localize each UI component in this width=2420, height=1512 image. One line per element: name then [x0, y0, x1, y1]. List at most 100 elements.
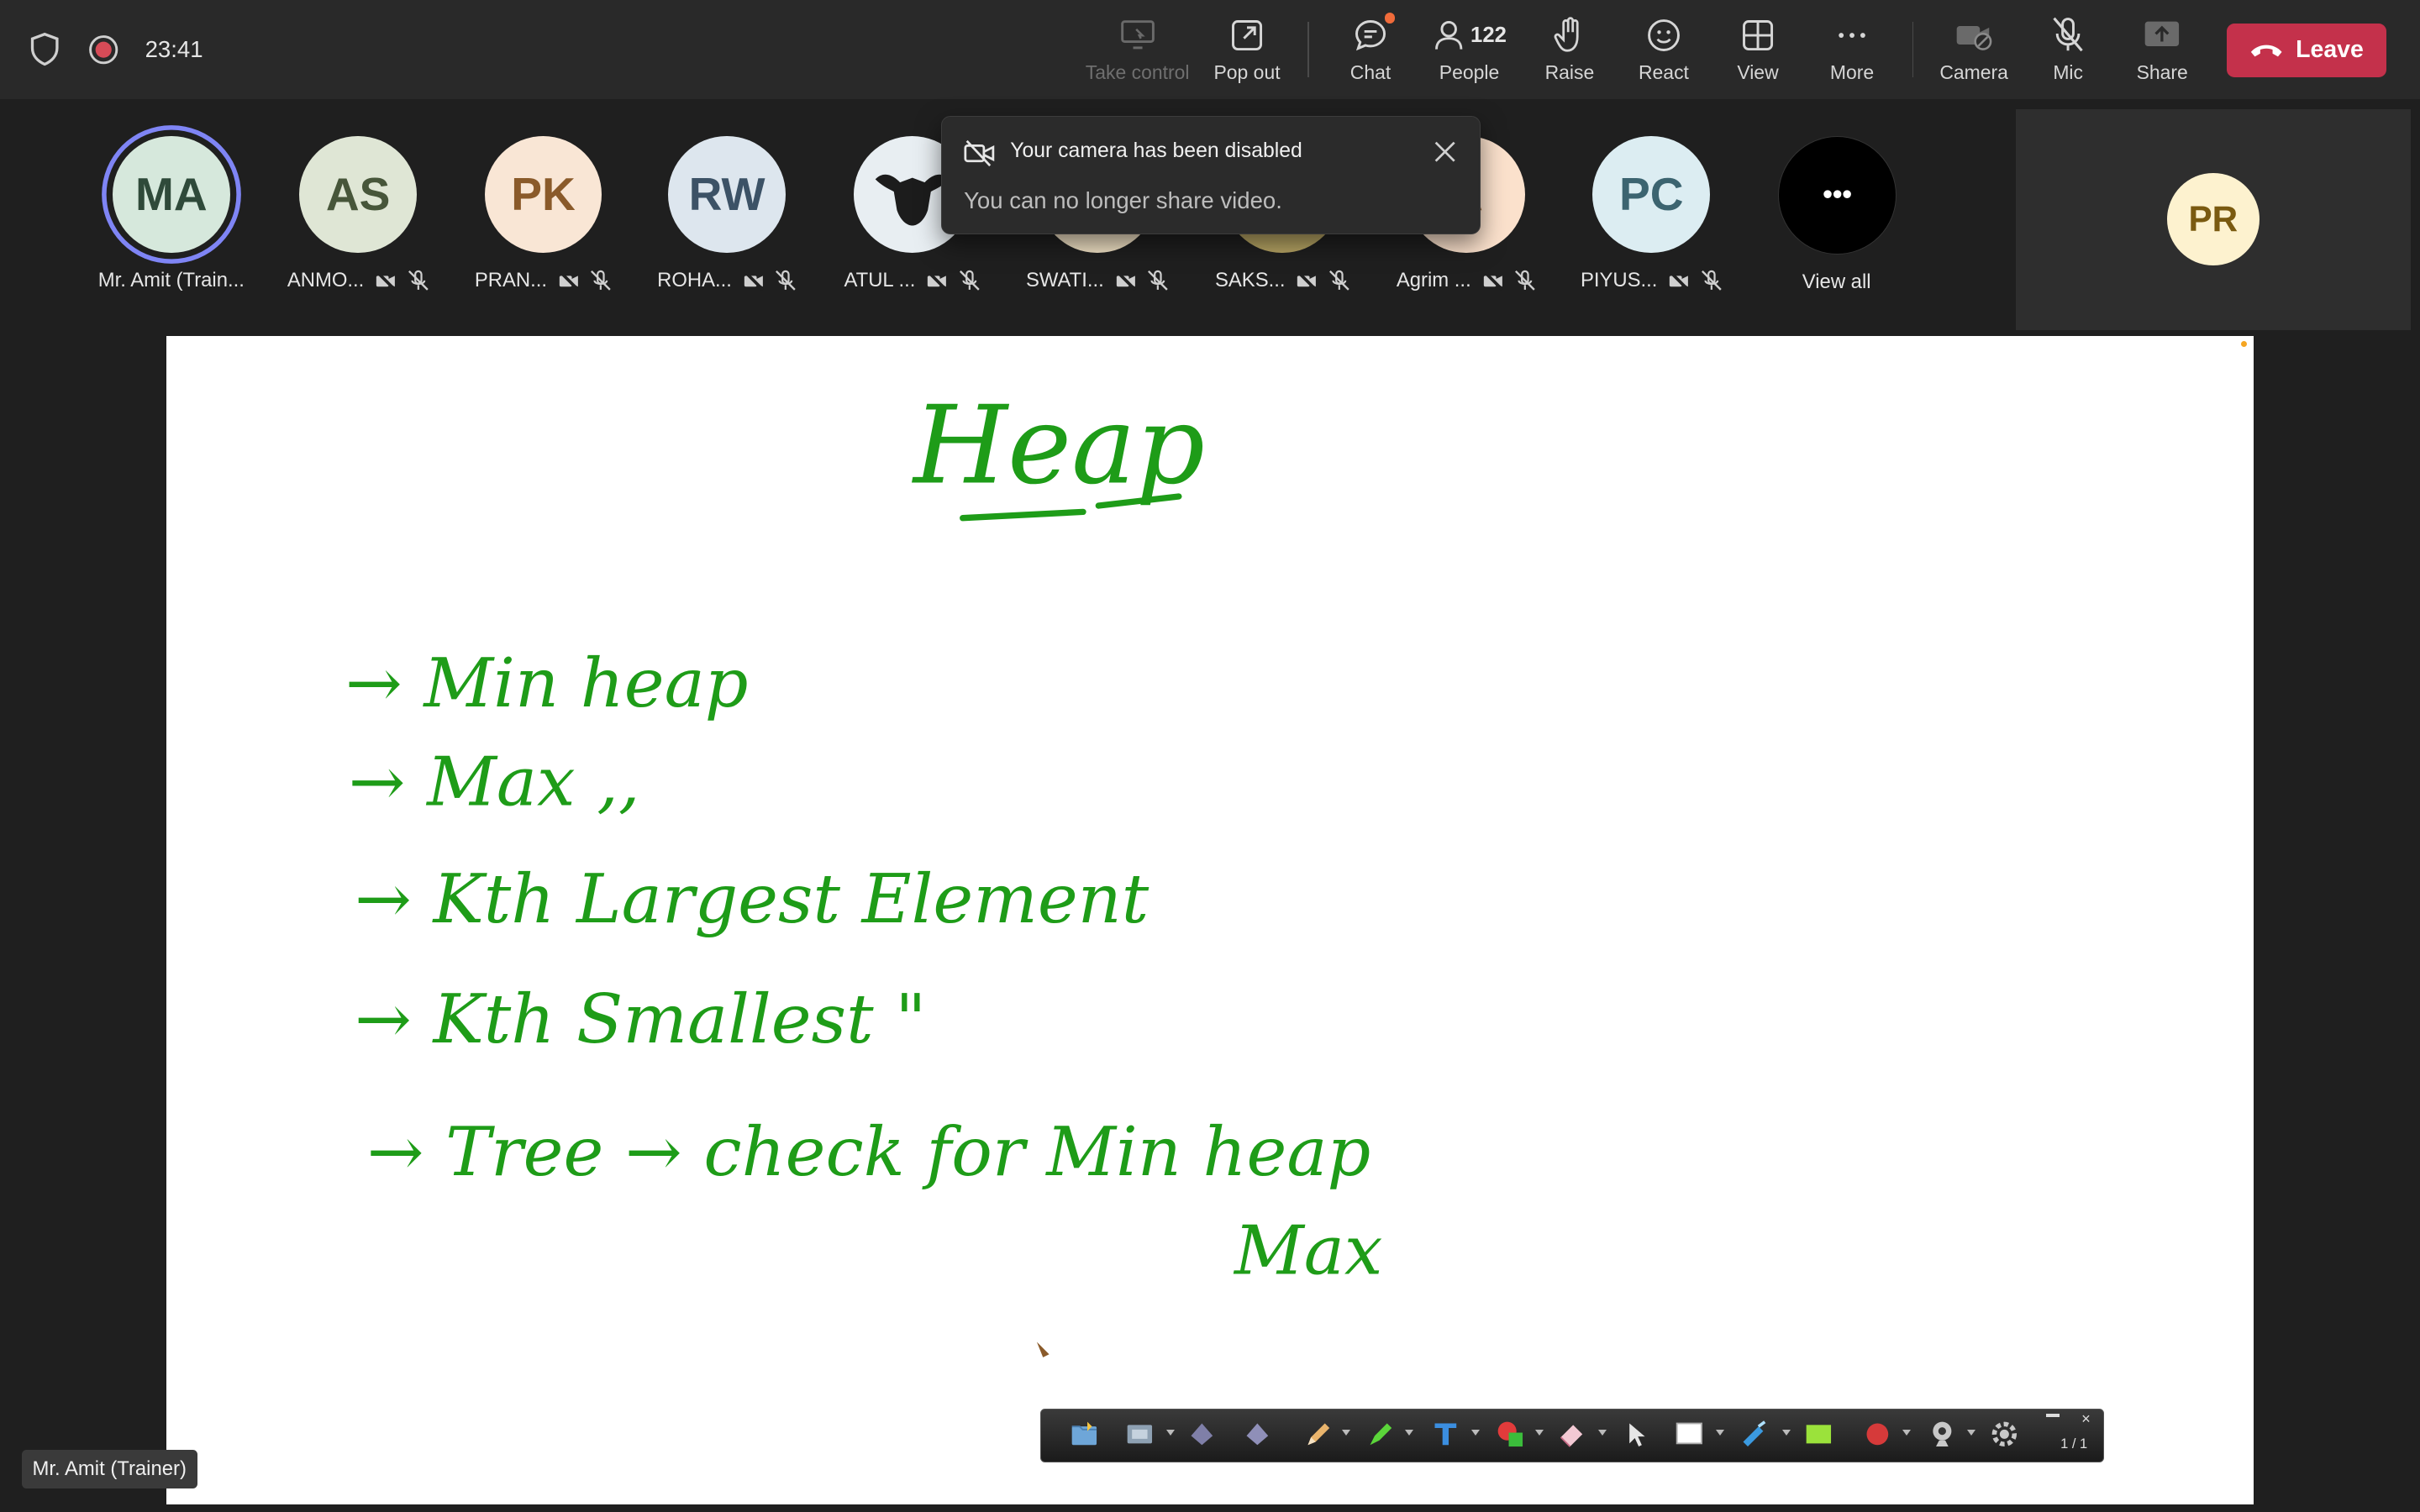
notification-body: You can no longer share video.	[964, 187, 1282, 214]
screen-control-icon	[1118, 15, 1158, 55]
camera-off-icon	[1482, 270, 1503, 291]
participant-name: SAKS...	[1205, 269, 1360, 292]
participant-name: PIYUS...	[1574, 269, 1728, 292]
page-indicator: 1 / 1	[2060, 1436, 2088, 1452]
mic-muted-icon	[1701, 270, 1722, 291]
pointer-icon[interactable]	[1622, 1419, 1653, 1450]
share-button[interactable]: Share	[2107, 15, 2217, 89]
mic-muted-icon	[1148, 270, 1168, 291]
person-icon	[1435, 21, 1463, 50]
whiteboard-title: Heap	[912, 384, 1205, 509]
background-color-icon[interactable]	[1803, 1419, 1834, 1450]
whiteboard-line: → Kth Smallest "	[355, 981, 926, 1060]
webcam-icon[interactable]	[1927, 1419, 1958, 1450]
avatar: PK	[484, 135, 602, 254]
avatar: AS	[299, 135, 417, 254]
laser-icon[interactable]	[1739, 1419, 1770, 1450]
whiteboard-line: → Kth Largest Element	[355, 860, 1150, 939]
camera-off-icon	[1954, 15, 1994, 55]
participant-tile[interactable]: MA Mr. Amit (Train...	[94, 135, 249, 306]
pop-out-button[interactable]: Pop out	[1192, 15, 1302, 89]
participant-name: ROHA...	[650, 269, 804, 292]
whiteboard-line: → Min heap	[345, 644, 748, 723]
whiteboard-line: → Tree → check for Min heap	[367, 1114, 1370, 1193]
camera-off-icon	[1668, 270, 1690, 291]
mic-muted-icon	[959, 270, 980, 291]
participant-tile[interactable]: PK PRAN...	[466, 135, 621, 306]
avatar: MA	[113, 135, 230, 254]
participant-tile[interactable]: PC PIYUS...	[1574, 135, 1728, 306]
screenshot-icon[interactable]	[1124, 1419, 1155, 1450]
whiteboard-ink: Heap → Min heap → Max ,, → Kth Largest E…	[345, 384, 1383, 1358]
chat-icon	[1350, 12, 1396, 55]
whiteboard-icon[interactable]	[1674, 1419, 1705, 1450]
more-dots-icon: •••	[1777, 135, 1897, 255]
camera-off-icon	[964, 140, 995, 167]
annotation-toolbar: × 1 / 1	[1039, 1408, 2104, 1463]
pencil-icon[interactable]	[1303, 1419, 1334, 1450]
toolbar-divider	[1307, 21, 1309, 77]
unread-dot	[1384, 12, 1396, 24]
chat-button[interactable]: Chat	[1315, 12, 1426, 89]
minimize-icon[interactable]	[2045, 1414, 2060, 1418]
notification-title: Your camera has been disabled	[1010, 139, 1302, 163]
whiteboard-line: → Max ,,	[349, 743, 640, 822]
pop-out-icon	[1227, 15, 1267, 55]
whiteboard-line: Max	[1233, 1212, 1382, 1291]
gear-icon[interactable]	[1989, 1419, 2020, 1450]
camera-off-icon	[1296, 270, 1318, 291]
shared-whiteboard: Heap → Min heap → Max ,, → Kth Largest E…	[166, 336, 2254, 1504]
mic-muted-icon	[408, 270, 429, 291]
hand-icon	[1549, 15, 1590, 55]
mic-muted-icon	[1515, 270, 1535, 291]
redo-icon[interactable]	[1242, 1419, 1273, 1450]
close-icon[interactable]	[1433, 139, 1457, 164]
mic-muted-icon	[2048, 15, 2088, 55]
participant-name: ATUL ...	[835, 269, 990, 292]
shield-icon[interactable]	[28, 31, 61, 68]
avatar: PC	[1592, 135, 1711, 254]
more-dots-icon	[1832, 15, 1872, 55]
participant-tile[interactable]: RW ROHA...	[650, 135, 804, 306]
grid-layout-icon	[1738, 15, 1778, 55]
camera-off-icon	[558, 270, 580, 291]
close-icon[interactable]: ×	[2081, 1410, 2091, 1428]
mic-muted-icon	[776, 270, 797, 291]
participant-name: ANMO...	[281, 269, 435, 292]
shapes-icon[interactable]	[1495, 1419, 1526, 1450]
highlighter-icon[interactable]	[1365, 1419, 1397, 1450]
record-icon[interactable]	[1862, 1419, 1893, 1450]
participant-name: PRAN...	[466, 269, 621, 292]
presenter-name-tag: Mr. Amit (Trainer)	[21, 1450, 197, 1489]
meeting-control-bar: 23:41 Take control Pop out Chat 122 Peop…	[0, 0, 2420, 99]
people-icon-group: 122	[1432, 15, 1507, 55]
participant-name: Agrim ...	[1389, 269, 1544, 292]
toolbar-divider	[1912, 21, 1914, 77]
avatar: PR	[2166, 172, 2260, 265]
camera-off-icon	[926, 270, 948, 291]
people-button[interactable]: 122 People	[1413, 15, 1524, 89]
participant-name: SWATI...	[1020, 269, 1175, 292]
mic-muted-icon	[591, 270, 612, 291]
share-screen-icon	[2142, 15, 2182, 55]
folder-icon[interactable]	[1069, 1419, 1100, 1450]
text-tool-icon[interactable]	[1430, 1419, 1461, 1450]
take-control-button[interactable]: Take control	[1082, 15, 1193, 89]
smiley-icon	[1644, 15, 1684, 55]
mic-muted-icon	[1328, 270, 1349, 291]
view-all-button[interactable]: ••• View all	[1777, 135, 1897, 294]
meeting-timer: 23:41	[145, 35, 203, 62]
avatar: RW	[668, 135, 786, 254]
people-count: 122	[1470, 23, 1507, 47]
recording-icon	[87, 33, 120, 66]
eraser-icon[interactable]	[1556, 1419, 1587, 1450]
camera-off-icon	[1115, 270, 1136, 291]
undo-icon[interactable]	[1186, 1419, 1218, 1450]
leave-button[interactable]: Leave	[2227, 23, 2386, 77]
meeting-status: 23:41	[28, 31, 203, 68]
camera-off-icon	[743, 270, 764, 291]
self-view-tile[interactable]: PR	[2015, 109, 2411, 331]
participant-tile[interactable]: AS ANMO...	[281, 135, 435, 306]
phone-hangup-icon	[2250, 45, 2282, 57]
more-button[interactable]: More	[1797, 15, 1907, 89]
